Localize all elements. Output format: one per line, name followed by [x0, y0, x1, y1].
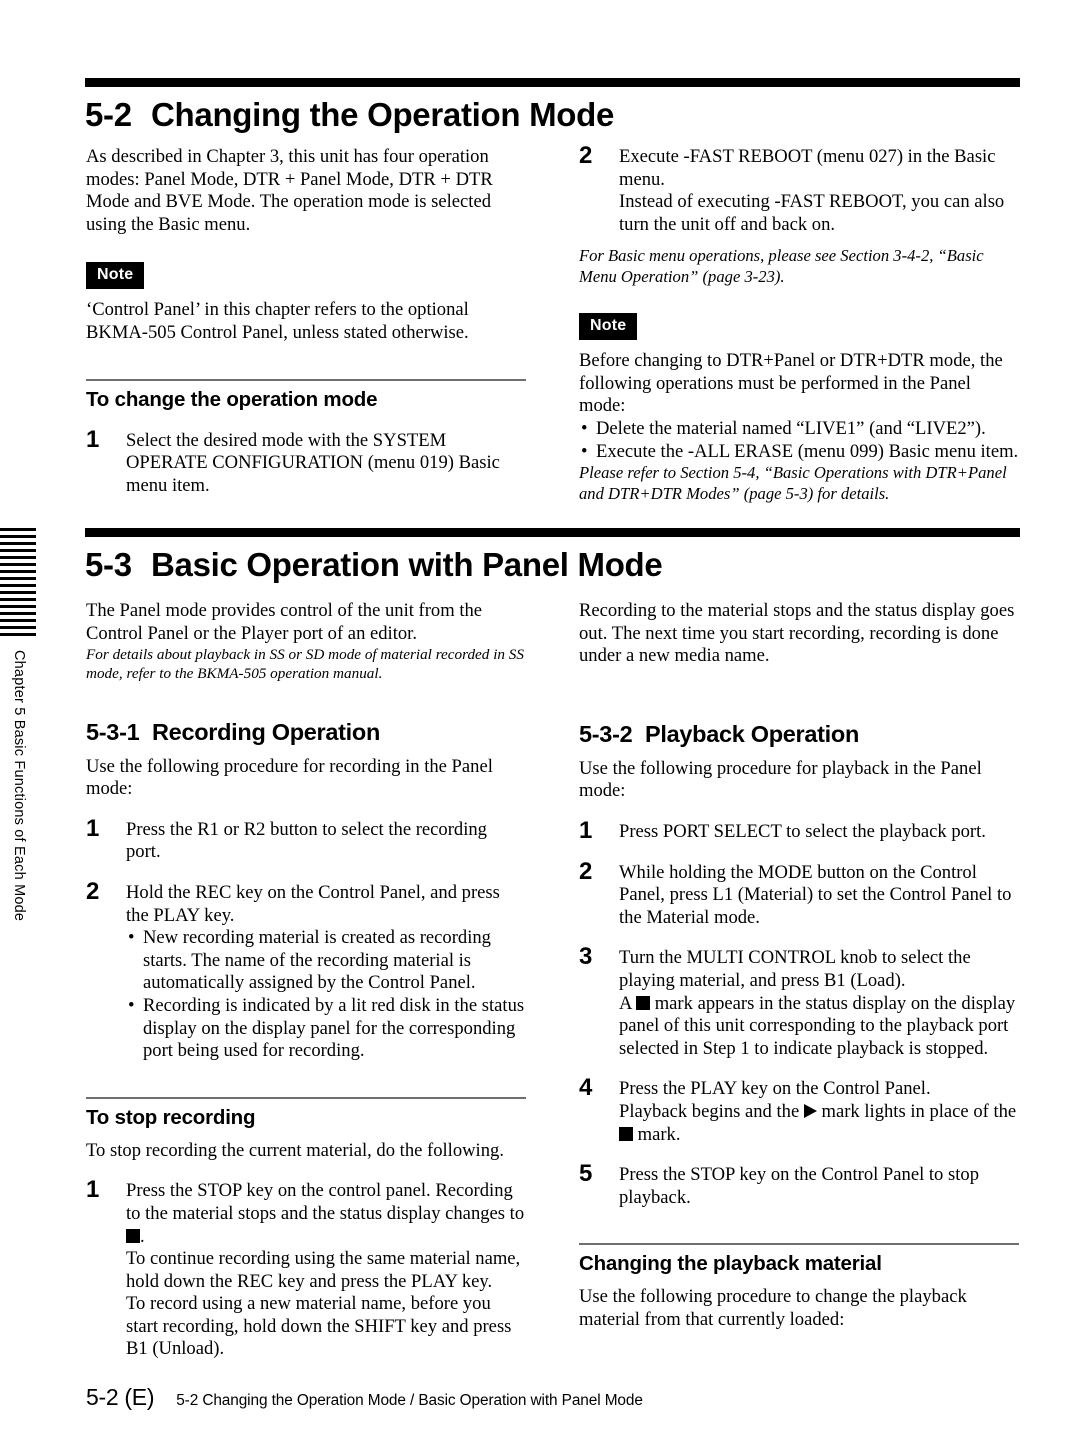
step-number: 4 [579, 1074, 593, 1102]
s52-intro-paragraph: As described in Chapter 3, this unit has… [86, 146, 493, 235]
chapter-tab-stripes [0, 528, 36, 640]
s532-step-3: 3 Turn the MULTI CONTROL knob to select … [579, 943, 1019, 1061]
s52-step-2: 2 Execute -FAST REBOOT (menu 027) in the… [579, 142, 1019, 236]
play-mark-icon [803, 1103, 817, 1118]
step-text-trail: mark appears in the status display on th… [619, 992, 1016, 1059]
step-number: 3 [579, 943, 593, 971]
section-5-2-right-column: 2 Execute -FAST REBOOT (menu 027) in the… [579, 142, 1019, 504]
document-page: Chapter 5 Basic Functions of Each Mode 5… [0, 0, 1080, 1441]
s532-step-2: 2 While holding the MODE button on the C… [579, 857, 1019, 930]
s532-step-1: 1 Press PORT SELECT to select the playba… [579, 816, 1019, 844]
step-number: 2 [86, 877, 100, 905]
section-5-3-title: 5-3 Basic Operation with Panel Mode [85, 546, 1020, 584]
section-5-2-header: 5-2 Changing the Operation Mode [85, 78, 1020, 134]
s531-step-1: 1 Press the R1 or R2 button to select th… [86, 814, 526, 864]
s52-note-text: Before changing to DTR+Panel or DTR+DTR … [579, 350, 1003, 417]
step-text-line-2: A mark appears in the status display on … [619, 993, 1019, 1061]
subhead-to-change-operation-mode: To change the operation mode [86, 387, 378, 411]
s53-intro-paragraph: The Panel mode provides control of the u… [86, 600, 483, 644]
breadcrumb: 5-2 Changing the Operation Mode / Basic … [176, 1392, 643, 1409]
section-5-2-number: 5-2 [85, 96, 132, 133]
section-5-3-header: 5-3 Basic Operation with Panel Mode [85, 528, 1020, 584]
note-badge: Note [86, 262, 145, 290]
subhead-divider [579, 1243, 1019, 1246]
step-number: 1 [86, 425, 100, 453]
step-text: Select the desired mode with the SYSTEM … [126, 429, 500, 496]
page-footer: 5-2 (E) 5-2 Changing the Operation Mode /… [86, 1384, 986, 1411]
step-text-trail: mark. [633, 1123, 681, 1145]
stop-recording-intro: To stop recording the current material, … [86, 1139, 504, 1161]
section-5-2-left-column: As described in Chapter 3, this unit has… [86, 146, 526, 497]
subsection-5-3-2-title: 5-3-2 Playback Operation [579, 720, 1019, 748]
s531-intro: Use the following procedure for recordin… [86, 755, 493, 800]
step-text-line-3: To record using a new material name, bef… [126, 1293, 512, 1360]
section-5-2-title: 5-2 Changing the Operation Mode [85, 96, 1020, 134]
s52-note-text: ‘Control Panel’ in this chapter refers t… [86, 299, 469, 343]
subsection-5-3-2-number: 5-3-2 [579, 720, 633, 747]
chapter-tab-label: Chapter 5 Basic Functions of Each Mode [11, 650, 27, 922]
step-number: 1 [579, 816, 593, 844]
section-5-3-right-column: Recording to the material stops and the … [579, 600, 1019, 1331]
subsection-5-3-1-title: 5-3-1 Recording Operation [86, 718, 526, 746]
section-5-3-left-column: The Panel mode provides control of the u… [86, 600, 526, 1361]
step-text: Press PORT SELECT to select the playback… [619, 820, 986, 842]
s52-note-bullet-list: Delete the material named “LIVE1” (and “… [579, 418, 1019, 463]
list-item: Delete the material named “LIVE1” (and “… [579, 418, 1019, 441]
step-text-line-1: Turn the MULTI CONTROL knob to select th… [619, 947, 971, 991]
step-number: 2 [579, 142, 593, 169]
list-item: Recording is indicated by a lit red disk… [126, 995, 526, 1063]
s532-step-4: 4 Press the PLAY key on the Control Pane… [579, 1074, 1019, 1146]
note-badge: Note [579, 313, 638, 341]
step-text-lead: A [619, 992, 637, 1014]
section-rule [85, 528, 1020, 537]
step-number: 1 [86, 1176, 100, 1204]
stop-mark-icon [126, 1228, 140, 1243]
footer-page-number: 5-2 (E) [86, 1384, 155, 1410]
stop-recording-step-1: 1 Press the STOP key on the control pane… [86, 1176, 526, 1361]
step-text-line-2: Instead of executing -FAST REBOOT, you c… [619, 191, 1005, 235]
s532-intro: Use the following procedure for playback… [579, 757, 982, 802]
step-text-lead: Playback begins and the [619, 1100, 804, 1122]
section-rule [85, 78, 1020, 87]
s531-step-2: 2 Hold the REC key on the Control Panel,… [86, 877, 526, 1063]
stop-mark-icon [636, 995, 651, 1010]
chapter-side-tab: Chapter 5 Basic Functions of Each Mode [0, 528, 44, 948]
step-number: 5 [579, 1160, 593, 1188]
step-text-line-2: Playback begins and the mark lights in p… [619, 1101, 1019, 1146]
subhead-to-stop-recording: To stop recording [86, 1105, 256, 1129]
s53-right-intro: Recording to the material stops and the … [579, 600, 1015, 667]
s531-step-2-bullet-list: New recording material is created as rec… [126, 927, 526, 1063]
step-number: 1 [86, 814, 100, 842]
step-text-mid: mark lights in place of the [816, 1100, 1017, 1122]
section-5-2-title-text: Changing the Operation Mode [151, 96, 615, 133]
step-text-line-2: To continue recording using the same mat… [126, 1248, 521, 1292]
s53-intro-cross-reference: For details about playback in SS or SD m… [86, 646, 524, 683]
step-text-trail: . [140, 1225, 145, 1247]
changing-playback-material-intro: Use the following procedure to change th… [579, 1286, 967, 1330]
s52-step-1: 1 Select the desired mode with the SYSTE… [86, 425, 526, 498]
subsection-5-3-1-number: 5-3-1 [86, 718, 140, 745]
subsection-5-3-1-title-text: Recording Operation [152, 718, 381, 745]
step-text: Hold the REC key on the Control Panel, a… [126, 881, 500, 926]
stop-mark-icon [619, 1126, 633, 1141]
step-text-line-1: Execute -FAST REBOOT (menu 027) in the B… [619, 146, 996, 190]
subhead-changing-playback-material: Changing the playback material [579, 1252, 882, 1276]
list-item: Execute the -ALL ERASE (menu 099) Basic … [579, 441, 1019, 464]
step-number: 2 [579, 857, 593, 885]
s532-step-5: 5 Press the STOP key on the Control Pane… [579, 1160, 1019, 1209]
step-text-line-1: Press the STOP key on the control panel.… [126, 1180, 526, 1248]
s52-cross-reference-1: For Basic menu operations, please see Se… [579, 246, 984, 286]
subhead-divider [86, 1096, 526, 1099]
step-text: Press the STOP key on the Control Panel … [619, 1164, 979, 1208]
step-text-line-1: Press the PLAY key on the Control Panel. [619, 1078, 931, 1100]
subhead-divider [86, 378, 526, 381]
section-5-3-number: 5-3 [85, 546, 132, 583]
list-item: New recording material is created as rec… [126, 927, 526, 995]
step-text-lead: Press the STOP key on the control panel.… [126, 1180, 525, 1224]
step-text: While holding the MODE button on the Con… [619, 861, 1012, 928]
section-5-3-title-text: Basic Operation with Panel Mode [151, 546, 663, 583]
subsection-5-3-2-title-text: Playback Operation [645, 720, 860, 747]
s52-cross-reference-2: Please refer to Section 5-4, “Basic Oper… [579, 463, 1007, 503]
step-text: Press the R1 or R2 button to select the … [126, 818, 487, 863]
